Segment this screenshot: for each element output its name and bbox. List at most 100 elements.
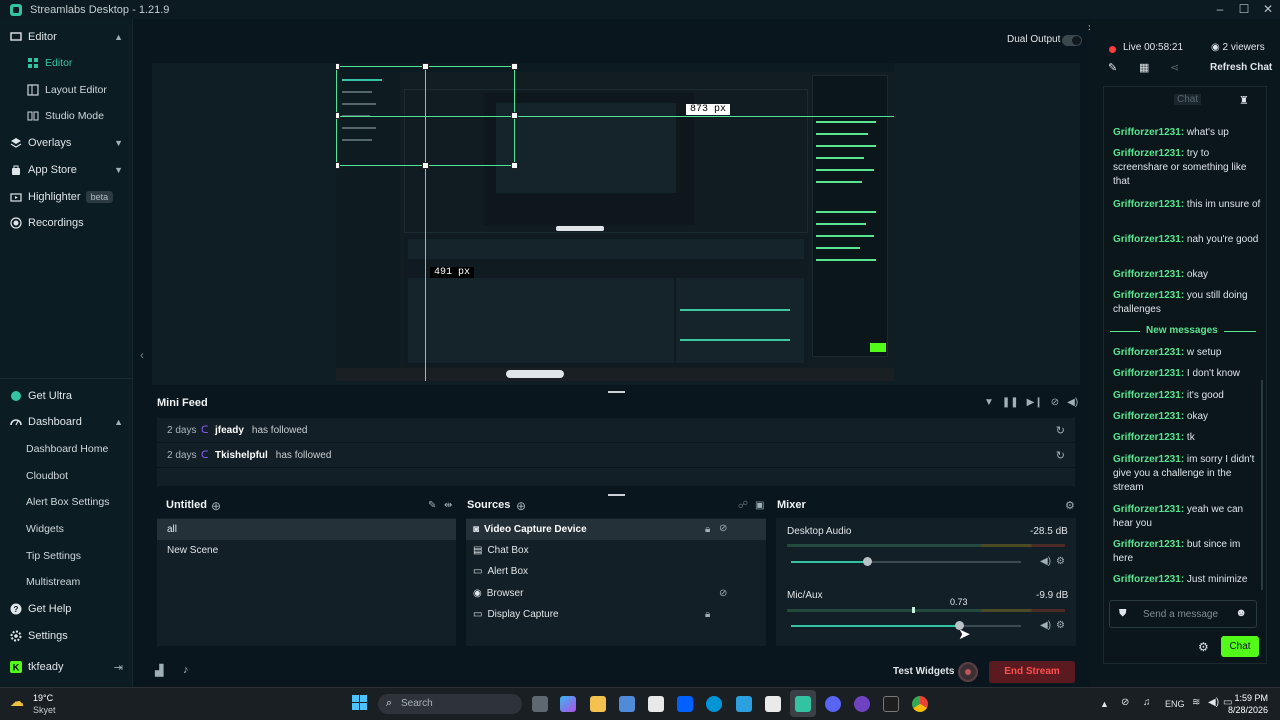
sidebar-item-editor[interactable]: Editor xyxy=(0,52,133,74)
sidebar-item-get-help[interactable]: ? Get Help xyxy=(0,598,133,620)
chat-scrollbar[interactable] xyxy=(1261,380,1263,590)
chat-username[interactable]: Grifforzer1231 xyxy=(1113,432,1181,443)
speaker-icon[interactable]: ◀) xyxy=(1040,620,1051,631)
capcut-icon[interactable] xyxy=(883,696,899,712)
mail-icon[interactable] xyxy=(736,696,752,712)
pause-icon[interactable]: ❚❚ xyxy=(1002,397,1019,408)
tray-chevron-up-icon[interactable]: ▲ xyxy=(1100,699,1109,709)
microphone-icon[interactable]: ♫ xyxy=(1143,697,1151,708)
volume-tray-icon[interactable]: ◀) xyxy=(1208,697,1219,708)
sidebar-item-cloudbot[interactable]: Cloudbot xyxy=(0,465,133,487)
share-icon[interactable]: ⋖ xyxy=(1170,61,1179,74)
chat-username[interactable]: Grifforzer1231 xyxy=(1113,539,1181,550)
hidden-eye-icon[interactable]: ⊘ xyxy=(719,523,727,534)
channel-gear-icon[interactable]: ⚙ xyxy=(1056,620,1065,631)
repeat-alert-icon[interactable]: ↻ xyxy=(1056,424,1065,437)
streamlabs-taskbar-icon[interactable] xyxy=(795,696,811,712)
source-item[interactable]: ▤ Chat Box xyxy=(473,540,529,561)
sidebar-item-editor-group[interactable]: Editor ▲ xyxy=(0,26,133,48)
mute-notifications-icon[interactable]: ⊘ xyxy=(1051,397,1059,408)
test-widgets-label[interactable]: Test Widgets xyxy=(893,666,954,677)
taskbar-search[interactable]: ⌕ Search xyxy=(378,694,522,714)
logout-icon[interactable]: ⇥ xyxy=(114,661,123,674)
collapse-left-icon[interactable]: ‹ xyxy=(140,348,144,362)
chat-username[interactable]: Grifforzer1231 xyxy=(1113,347,1181,358)
transition-icon[interactable]: ✎ xyxy=(428,500,436,511)
add-scene-icon[interactable]: ⊕ xyxy=(211,499,221,513)
sidebar-item-dashboard[interactable]: Dashboard ▲ xyxy=(0,411,133,433)
chat-username[interactable]: Grifforzer1231 xyxy=(1113,199,1181,210)
sidebar-item-overlays[interactable]: Overlays ▼ xyxy=(0,132,133,154)
scene-collection-title[interactable]: Untitled xyxy=(166,499,207,511)
chat-username[interactable]: Grifforzer1231 xyxy=(1113,454,1181,465)
chat-username[interactable]: Grifforzer1231 xyxy=(1113,269,1181,280)
sidebar-item-tip-settings[interactable]: Tip Settings xyxy=(0,545,133,567)
sidebar-item-multistream[interactable]: Multistream xyxy=(0,571,133,593)
chat-username[interactable]: Grifforzer1231 xyxy=(1113,290,1181,301)
stream-tools-icon[interactable]: ▦ xyxy=(1139,61,1149,74)
close-icon[interactable]: ✕ xyxy=(1256,0,1280,19)
chat-tab[interactable]: Chat xyxy=(1174,94,1202,105)
task-view-icon[interactable] xyxy=(532,696,548,712)
sidebar-item-studio-mode[interactable]: Studio Mode xyxy=(0,105,133,127)
copilot-icon[interactable] xyxy=(560,696,576,712)
tray-app-icon[interactable]: ⊘ xyxy=(1121,697,1129,708)
chat-username[interactable]: Grifforzer1231 xyxy=(1113,390,1181,401)
scene-settings-icon[interactable]: ⇹ xyxy=(444,500,452,511)
chat-settings-gear-icon[interactable]: ⚙ xyxy=(1198,640,1209,654)
scene-item[interactable]: all xyxy=(167,519,177,540)
clock-time[interactable]: 1:59 PM xyxy=(1232,693,1268,703)
channel-gear-icon[interactable]: ⚙ xyxy=(1056,556,1065,567)
store-icon[interactable] xyxy=(619,696,635,712)
sidebar-item-highlighter[interactable]: Highlighter beta xyxy=(0,186,133,208)
sidebar-item-get-ultra[interactable]: Get Ultra xyxy=(0,385,133,407)
sidebar-item-alert-box-settings[interactable]: Alert Box Settings xyxy=(0,491,133,513)
app-circle-icon[interactable] xyxy=(854,696,870,712)
refresh-chat-button[interactable]: Refresh Chat xyxy=(1210,62,1272,73)
skip-icon[interactable]: ▶❙ xyxy=(1027,397,1043,408)
folder-icon[interactable]: ▣ xyxy=(755,500,764,511)
lock-icon[interactable]: 🔒︎ xyxy=(705,524,710,535)
maximize-icon[interactable]: ☐ xyxy=(1232,0,1256,19)
speaker-icon[interactable]: ◀) xyxy=(1040,556,1051,567)
chat-username[interactable]: Grifforzer1231 xyxy=(1113,127,1181,138)
dropbox-icon[interactable] xyxy=(677,696,693,712)
source-item[interactable]: ◙ Video Capture Device xyxy=(473,519,587,540)
minimize-icon[interactable]: – xyxy=(1208,0,1232,19)
chat-username[interactable]: Grifforzer1231 xyxy=(1113,148,1181,159)
sidebar-item-account[interactable]: K tkfeady ⇥ xyxy=(0,656,133,678)
notifications-bell-icon[interactable]: ♪ xyxy=(183,664,189,676)
source-item[interactable]: ◉ Browser xyxy=(473,583,523,604)
volume-icon[interactable]: ◀) xyxy=(1067,397,1078,408)
wifi-icon[interactable]: ≋ xyxy=(1192,697,1200,708)
sidebar-item-app-store[interactable]: App Store ▼ xyxy=(0,159,133,181)
emoji-icon[interactable]: ☻ xyxy=(1235,607,1247,619)
scene-item[interactable]: New Scene xyxy=(167,540,218,561)
stream-preview[interactable]: 873 px 491 px xyxy=(336,63,894,381)
weather-temp[interactable]: 19°C xyxy=(33,693,53,703)
scene-item-selected[interactable] xyxy=(157,519,456,540)
chat-username[interactable]: Grifforzer1231 xyxy=(1113,411,1181,422)
chat-username[interactable]: Grifforzer1231 xyxy=(1113,368,1181,379)
resize-handle[interactable] xyxy=(608,391,625,393)
chat-username[interactable]: Grifforzer1231 xyxy=(1113,234,1181,245)
hp-icon[interactable] xyxy=(706,696,722,712)
end-stream-button[interactable]: End Stream xyxy=(989,661,1075,683)
amazon-icon[interactable] xyxy=(648,696,664,712)
document-icon[interactable] xyxy=(765,696,781,712)
add-source-icon[interactable]: ⊕ xyxy=(516,499,526,513)
chat-username[interactable]: Grifforzer1231 xyxy=(1113,504,1181,515)
source-item[interactable]: ▭ Display Capture xyxy=(473,604,559,625)
sidebar-item-layout-editor[interactable]: Layout Editor xyxy=(0,79,133,101)
edit-stream-info-icon[interactable]: ✎ xyxy=(1108,61,1117,74)
chat-username[interactable]: Grifforzer1231 xyxy=(1113,574,1181,585)
discord-icon[interactable] xyxy=(825,696,841,712)
chat-input[interactable]: ⛊ Send a message ☻ xyxy=(1109,600,1257,628)
mod-tools-icon[interactable]: ♜ xyxy=(1239,94,1249,107)
volume-slider-knob[interactable] xyxy=(863,557,872,566)
language-indicator[interactable]: ENG xyxy=(1165,699,1185,709)
dual-output-toggle[interactable] xyxy=(1062,35,1082,46)
lock-icon[interactable]: 🔒︎ xyxy=(705,609,710,620)
repeat-alert-icon[interactable]: ↻ xyxy=(1056,449,1065,462)
source-group-icon[interactable]: ☍ xyxy=(738,500,748,511)
